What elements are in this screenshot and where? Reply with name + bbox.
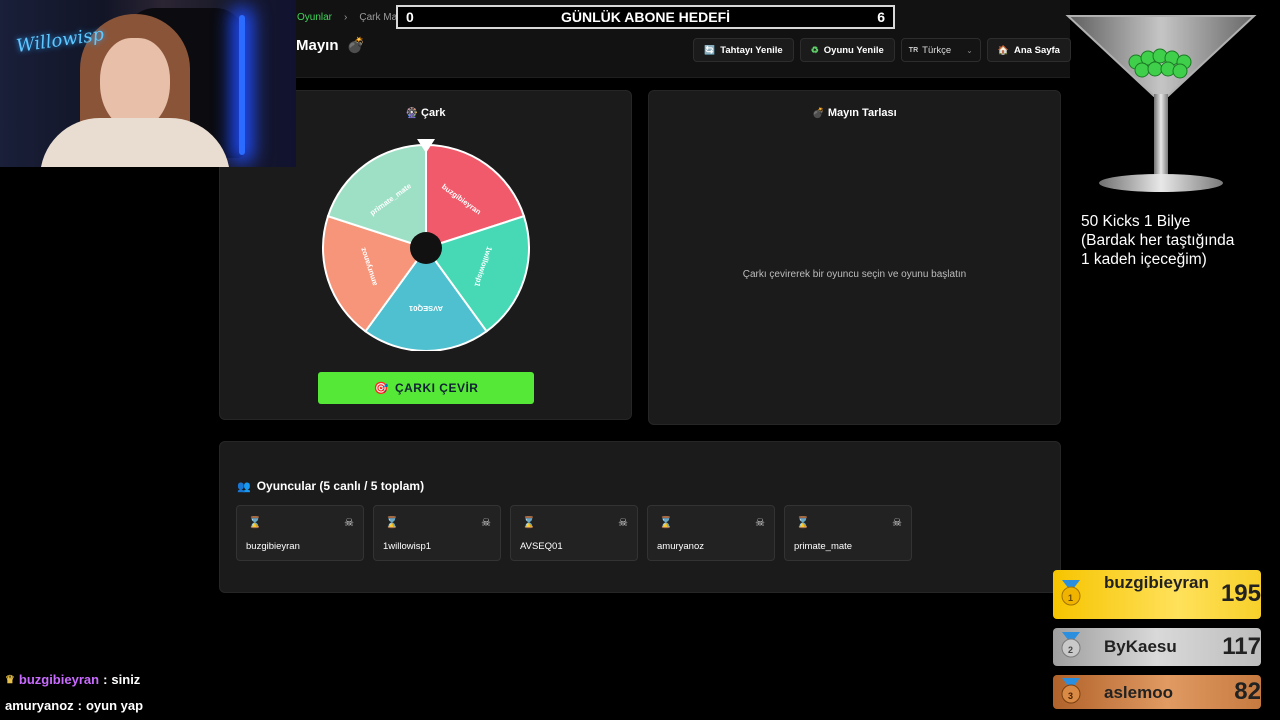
chevron-down-icon: ⌄ <box>966 45 973 55</box>
target-icon: 🎯 <box>373 381 389 395</box>
home-button[interactable]: 🏠 Ana Sayfa <box>986 38 1071 62</box>
refresh-board-label: Tahtayı Yenile <box>720 44 783 56</box>
players-title: 👥 Oyuncular (5 canlı / 5 toplam) <box>237 479 424 493</box>
players-title-text: Oyuncular (5 canlı / 5 toplam) <box>256 479 425 493</box>
toolbar: 🔄 Tahtayı Yenile ♻ Oyunu Yenile TR Türkç… <box>693 38 1071 62</box>
stream-screen: Oyunlar › Çark Mayın Mayın 💣 🔄 Tahtayı Y… <box>0 0 1280 720</box>
chat-message: ♛ buzgibieyran : siniz <box>5 672 140 687</box>
skull-crossbones-icon[interactable]: ☠ <box>481 516 491 529</box>
goal-title: GÜNLÜK ABONE HEDEFİ <box>560 9 731 25</box>
crown-icon: ♛ <box>5 674 15 686</box>
minefield-hint: Çarkı çevirerek bir oyuncu seçin ve oyun… <box>742 269 967 280</box>
leaderboard-score: 117 <box>1222 633 1261 660</box>
leaderboard-row: 1 buzgibieyran 195 <box>1053 570 1261 619</box>
player-name: primate_mate <box>794 541 853 552</box>
medal-rank: 2 <box>1068 645 1074 655</box>
chat-username: buzgibieyran <box>18 672 100 687</box>
medal-rank: 3 <box>1068 691 1074 701</box>
breadcrumb-parent[interactable]: Oyunlar <box>297 12 332 23</box>
chat-separator: : <box>77 698 82 713</box>
player-name: AVSEQ01 <box>520 541 563 552</box>
minefield-panel-title: 💣 Mayın Tarlası <box>649 107 1060 119</box>
spin-button-label: ÇARKI ÇEVİR <box>394 381 479 395</box>
leaderboard-score: 82 <box>1234 678 1261 705</box>
hourglass-icon: ⌛ <box>659 517 673 529</box>
home-label: Ana Sayfa <box>1014 44 1060 56</box>
leaderboard-name: ByKaesu <box>1104 637 1177 656</box>
new-game-label: Oyunu Yenile <box>823 44 884 56</box>
player-name: 1willowisp1 <box>383 541 432 552</box>
home-icon: 🏠 <box>997 44 1010 55</box>
webcam-feed: Willowisp <box>0 0 296 167</box>
new-game-button[interactable]: ♻ Oyunu Yenile <box>799 38 895 62</box>
player-card[interactable]: ⌛ ☠ amuryanoz <box>647 505 775 561</box>
spin-wheel[interactable]: buzgibieyran1willowisp1AVSEQ01amuryanozp… <box>321 139 531 351</box>
leaderboard-name: aslemoo <box>1104 683 1173 702</box>
martini-glass-icon <box>1065 15 1257 192</box>
glass-caption-line: 50 Kicks 1 Bilye <box>1081 213 1191 230</box>
breadcrumb: Oyunlar › Çark Mayın <box>297 12 410 23</box>
skull-crossbones-icon[interactable]: ☠ <box>618 516 628 529</box>
wheel-segment-label: AVSEQ01 <box>409 304 443 313</box>
bomb-icon: 💣 <box>812 108 825 119</box>
players-panel: 👥 Oyuncular (5 canlı / 5 toplam) ⌛ ☠ buz… <box>219 441 1061 593</box>
wheel-icon: 🎡 <box>405 108 418 119</box>
skull-crossbones-icon[interactable]: ☠ <box>755 516 765 529</box>
player-name: buzgibieyran <box>246 541 300 552</box>
goal-current: 0 <box>406 9 414 25</box>
bomb-icon: 💣 <box>346 37 366 54</box>
breadcrumb-separator: › <box>344 12 348 23</box>
refresh-icon: 🔄 <box>704 44 716 55</box>
chat-text: oyun yap <box>85 698 144 713</box>
leaderboard-row: 2 ByKaesu 117 <box>1053 628 1261 666</box>
player-name: amuryanoz <box>657 541 704 552</box>
minefield-panel: 💣 Mayın Tarlası Çarkı çevirerek bir oyun… <box>648 90 1061 425</box>
language-select[interactable]: TR Türkçe ⌄ <box>900 38 981 62</box>
page-title: Mayın 💣 <box>296 36 366 55</box>
hourglass-icon: ⌛ <box>796 517 810 529</box>
glass-caption: 50 Kicks 1 Bilye (Bardak her taştığında … <box>1081 212 1271 269</box>
page-title-text: Mayın <box>296 36 339 54</box>
flag-icon: TR <box>908 46 919 54</box>
player-card[interactable]: ⌛ ☠ primate_mate <box>784 505 912 561</box>
users-icon: 👥 <box>237 480 251 493</box>
chat-separator: : <box>103 672 108 687</box>
hourglass-icon: ⌛ <box>385 517 399 529</box>
player-card[interactable]: ⌛ ☠ buzgibieyran <box>236 505 364 561</box>
player-card[interactable]: ⌛ ☠ 1willowisp1 <box>373 505 501 561</box>
hourglass-icon: ⌛ <box>522 517 536 529</box>
chat-message: amuryanoz : oyun yap <box>5 698 143 713</box>
wheel-title: Çark <box>421 107 446 119</box>
wheel-hub <box>410 232 442 264</box>
glass-caption-line: (Bardak her taştığında <box>1081 232 1235 249</box>
refresh-board-button[interactable]: 🔄 Tahtayı Yenile <box>693 38 794 62</box>
leaderboard-name: buzgibieyran <box>1104 573 1209 592</box>
leaderboard-score: 195 <box>1220 580 1261 607</box>
spin-button[interactable]: 🎯 ÇARKI ÇEVİR <box>318 372 534 404</box>
skull-crossbones-icon[interactable]: ☠ <box>892 516 902 529</box>
webcam-person-face <box>100 38 170 130</box>
glass-caption-line: 1 kadeh içeceğim) <box>1081 251 1207 268</box>
goal-target: 6 <box>877 9 885 25</box>
hourglass-icon: ⌛ <box>248 517 262 529</box>
subscriber-goal-bar: 0 GÜNLÜK ABONE HEDEFİ 6 <box>396 5 895 29</box>
chat-text: siniz <box>111 672 141 687</box>
webcam-neon-light <box>239 15 245 155</box>
minefield-title: Mayın Tarlası <box>827 107 897 119</box>
recycle-icon: ♻ <box>810 44 819 55</box>
player-card[interactable]: ⌛ ☠ AVSEQ01 <box>510 505 638 561</box>
chat-username: amuryanoz <box>5 698 74 713</box>
skull-crossbones-icon[interactable]: ☠ <box>344 516 354 529</box>
leaderboard-row: 3 aslemoo 82 <box>1053 675 1261 709</box>
player-list: ⌛ ☠ buzgibieyran ⌛ ☠ 1willowisp1 ⌛ ☠ AVS… <box>236 505 912 561</box>
medal-rank: 1 <box>1068 593 1074 603</box>
language-value: Türkçe <box>922 44 952 56</box>
